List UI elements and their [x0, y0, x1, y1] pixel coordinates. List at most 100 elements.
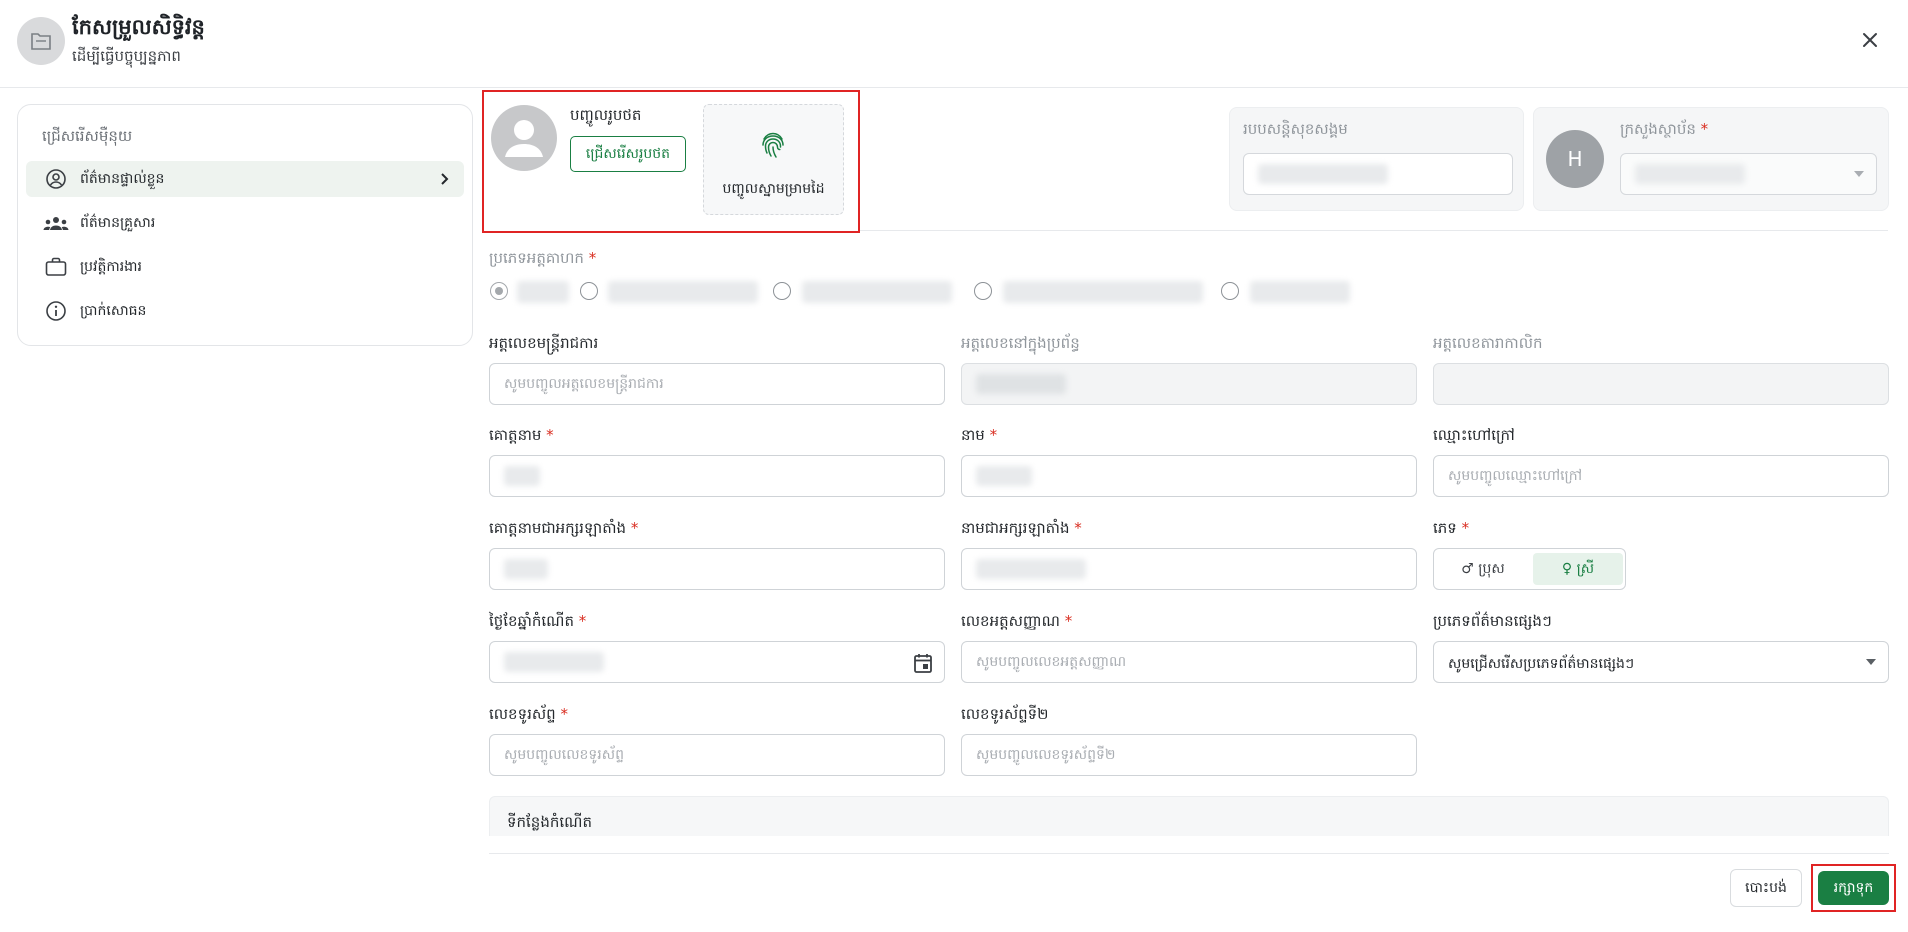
- chevron-right-icon: [434, 169, 454, 189]
- sidebar-heading: ជ្រើសរើសម៉ឺនុយ: [42, 127, 133, 145]
- dob-field[interactable]: [489, 641, 945, 683]
- dob-label-wrap: ថ្ងៃខែឆ្នាំកំណើត *: [489, 612, 586, 634]
- gender-label-wrap: ភេទ *: [1433, 519, 1469, 541]
- calendar-icon[interactable]: [914, 653, 932, 677]
- first-name-label: នាម: [961, 426, 985, 444]
- first-name-field[interactable]: [961, 455, 1417, 497]
- briefcase-icon: [42, 257, 70, 277]
- card-id-field: [1433, 363, 1889, 405]
- blurred-value: [504, 466, 540, 486]
- blurred-option-5: [1250, 281, 1350, 303]
- fingerprint-label: បញ្ចូលស្នាមម្រាមដៃ: [722, 181, 825, 197]
- gender-label: ភេទ: [1433, 519, 1457, 537]
- required-asterisk: *: [1064, 612, 1073, 630]
- national-id-field[interactable]: [961, 641, 1417, 683]
- national-id-label: លេខអត្តសញ្ញាណ: [961, 612, 1060, 630]
- required-asterisk: *: [1700, 120, 1709, 138]
- dialog-subtitle: ដើម្បីធ្វើបច្ចុប្បន្នភាព: [72, 47, 181, 65]
- officer-type-radio-3[interactable]: [773, 282, 791, 300]
- required-asterisk: *: [560, 705, 568, 723]
- sidebar-item-work-history[interactable]: ប្រវត្តិការងារ: [26, 249, 464, 285]
- phone2-field[interactable]: [961, 734, 1417, 776]
- family-icon: [42, 215, 70, 231]
- blurred-value: [504, 652, 604, 672]
- phone-input[interactable]: [490, 735, 944, 775]
- other-info-type-select[interactable]: សូមជ្រើសរើសប្រភេទព័ត៌មានផ្សេងៗ: [1433, 641, 1889, 683]
- other-info-type-value: សូមជ្រើសរើសប្រភេទព័ត៌មានផ្សេងៗ: [1448, 656, 1635, 672]
- user-circle-icon: [42, 168, 70, 190]
- section-divider: [860, 230, 1888, 231]
- officer-type-label: ប្រភេទអត្តគាហក: [489, 249, 584, 267]
- last-name-label: គោត្តនាម: [489, 426, 542, 444]
- cancel-button[interactable]: បោះបង់: [1730, 869, 1802, 907]
- required-asterisk: *: [546, 426, 554, 444]
- sidebar-item-family-info[interactable]: ព័ត៌មានគ្រួសារ: [26, 205, 464, 241]
- required-asterisk: *: [578, 612, 587, 630]
- fingerprint-upload-card[interactable]: បញ្ចូលស្នាមម្រាមដៃ: [703, 104, 844, 215]
- civil-servant-id-input[interactable]: [490, 364, 944, 404]
- dialog-header: កែសម្រួលសិទ្ធិវន្ត ដើម្បីធ្វើបច្ចុប្បន្ន…: [0, 0, 1908, 88]
- ministry-label-wrap: ក្រសួងស្ថាប័ន *: [1620, 120, 1708, 142]
- last-name-latin-label-wrap: គោត្តនាមជាអក្សរឡាតាំង *: [489, 519, 638, 541]
- last-name-field[interactable]: [489, 455, 945, 497]
- ministry-select[interactable]: [1620, 153, 1877, 195]
- chevron-down-icon: [1854, 171, 1864, 177]
- officer-type-radio-4[interactable]: [974, 282, 992, 300]
- system-id-field: [961, 363, 1417, 405]
- footer-divider: [489, 853, 1889, 854]
- choose-photo-button[interactable]: ជ្រើសរើសរូបថត: [570, 136, 686, 172]
- civil-servant-id-field[interactable]: [489, 363, 945, 405]
- officer-type-radio-2[interactable]: [580, 282, 598, 300]
- national-id-input[interactable]: [962, 642, 1416, 682]
- last-name-latin-label: គោត្តនាមជាអក្សរឡាតាំង: [489, 519, 627, 537]
- social-security-label: របបសន្តិសុខសង្គម: [1243, 120, 1348, 138]
- phone-field[interactable]: [489, 734, 945, 776]
- gender-female-option[interactable]: ♀ ស្រី: [1533, 553, 1623, 585]
- ministry-avatar: H: [1546, 130, 1604, 188]
- officer-type-radio-5[interactable]: [1221, 282, 1239, 300]
- first-name-latin-label: នាមជាអក្សរឡាតាំង: [961, 519, 1070, 537]
- folder-icon: [17, 17, 65, 65]
- blurred-value: [976, 559, 1086, 579]
- first-name-latin-field[interactable]: [961, 548, 1417, 590]
- blurred-option-2: [608, 281, 758, 303]
- close-button[interactable]: [1856, 26, 1884, 54]
- ministry-label: ក្រសួងស្ថាប័ន: [1620, 120, 1696, 138]
- phone-label: លេខទូរស័ព្ទ: [489, 705, 556, 723]
- save-button[interactable]: រក្សាទុក: [1818, 871, 1889, 905]
- required-asterisk: *: [1074, 519, 1082, 537]
- dialog-title: កែសម្រួលសិទ្ធិវន្ត: [72, 15, 205, 39]
- sidebar-item-pension[interactable]: ប្រាក់សោធន: [26, 293, 464, 329]
- national-id-label-wrap: លេខអត្តសញ្ញាណ *: [961, 612, 1072, 634]
- officer-type-label-wrap: ប្រភេទអត្តគាហក *: [489, 249, 596, 271]
- phone2-input[interactable]: [962, 735, 1416, 775]
- info-icon: [42, 300, 70, 322]
- birthplace-heading: ទីកន្លែងកំណើត: [507, 813, 592, 831]
- nickname-field[interactable]: [1433, 455, 1889, 497]
- sidebar-item-label: ប្រវត្តិការងារ: [80, 258, 142, 275]
- fingerprint-icon: [760, 131, 786, 163]
- user-silhouette-icon: [505, 120, 543, 157]
- avatar-placeholder[interactable]: [491, 105, 557, 171]
- nickname-label: ឈ្មោះហៅក្រៅ: [1433, 426, 1515, 444]
- blurred-value: [976, 374, 1066, 394]
- ministry-card: H ក្រសួងស្ថាប័ន *: [1533, 107, 1889, 211]
- last-name-latin-field[interactable]: [489, 548, 945, 590]
- officer-type-radio-1[interactable]: [490, 282, 508, 300]
- first-name-label-wrap: នាម *: [961, 426, 997, 448]
- nickname-input[interactable]: [1434, 456, 1888, 496]
- blurred-option-4: [1003, 281, 1203, 303]
- card-id-label: អត្តលេខតារាកាលិក: [1433, 334, 1543, 352]
- sidebar-item-label: ព័ត៌មានគ្រួសារ: [80, 214, 156, 231]
- sidebar-item-label: ប្រាក់សោធន: [80, 302, 147, 319]
- sidebar-item-personal-info[interactable]: ព័ត៌មានផ្ទាល់ខ្លួន: [26, 161, 464, 197]
- dob-label: ថ្ងៃខែឆ្នាំកំណើត: [489, 612, 574, 630]
- blurred-value: [976, 466, 1032, 486]
- required-asterisk: *: [989, 426, 998, 444]
- chevron-down-icon: [1866, 659, 1876, 665]
- gender-male-option[interactable]: ♂ ប្រុស: [1438, 553, 1528, 585]
- first-name-latin-label-wrap: នាមជាអក្សរឡាតាំង *: [961, 519, 1082, 541]
- last-name-label-wrap: គោត្តនាម *: [489, 426, 554, 448]
- social-security-card: របបសន្តិសុខសង្គម: [1229, 107, 1524, 211]
- blurred-option-3: [802, 281, 952, 303]
